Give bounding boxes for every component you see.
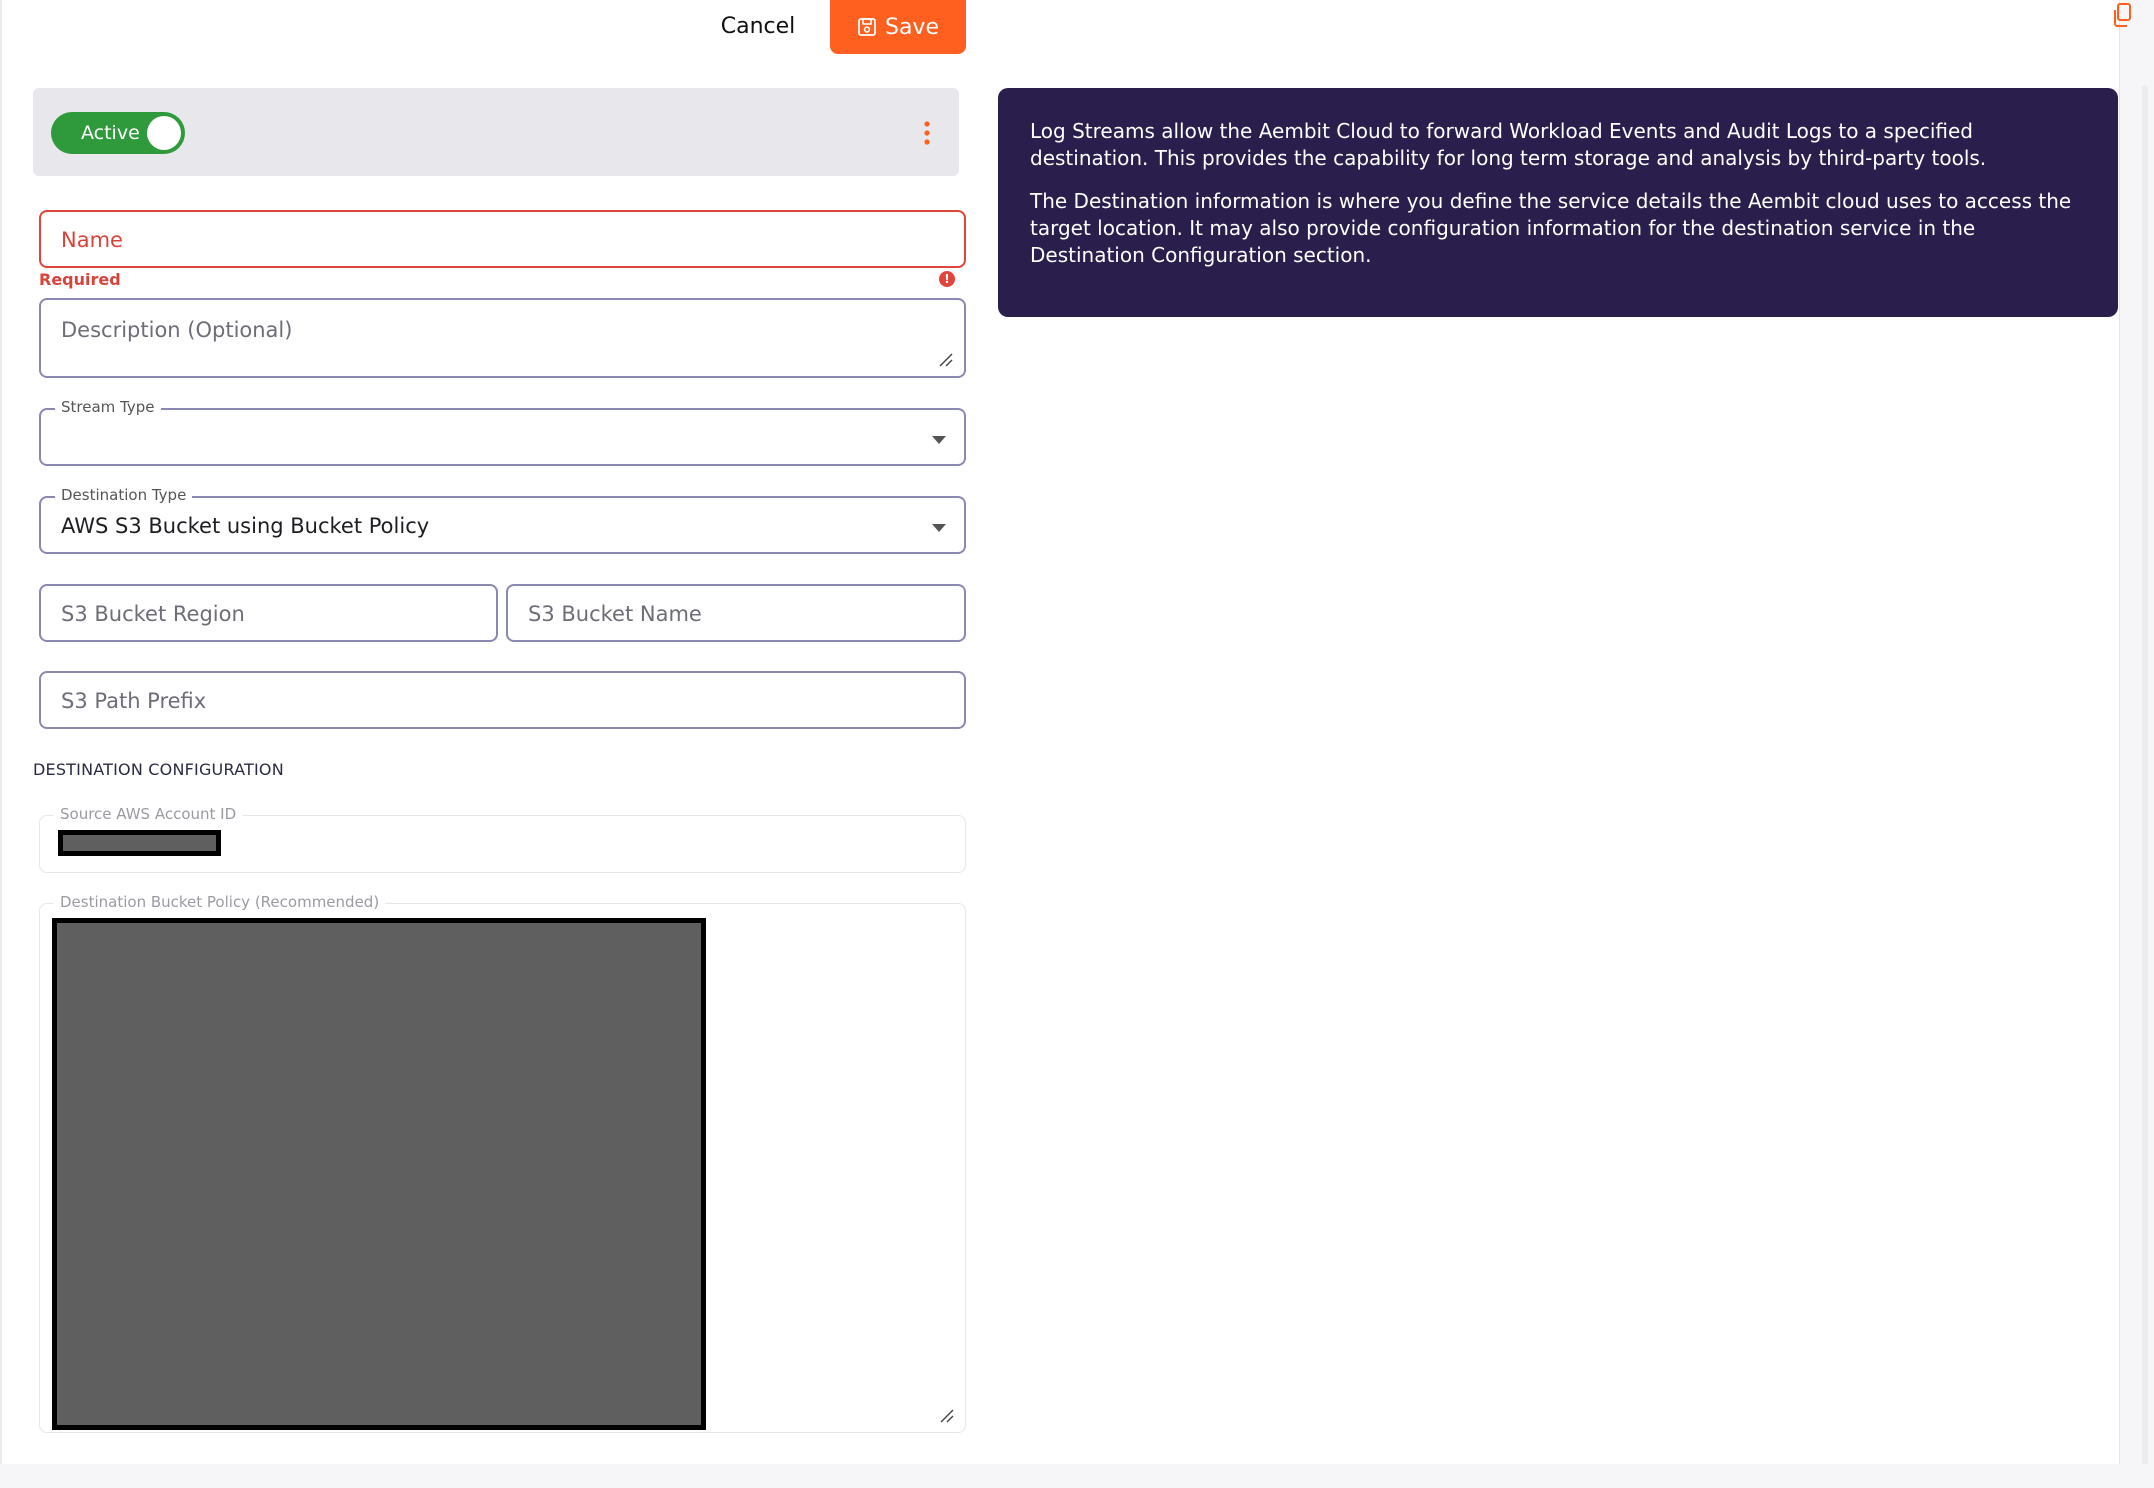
resize-handle-icon[interactable] — [939, 1408, 955, 1424]
s3-bucket-name-placeholder: S3 Bucket Name — [528, 602, 702, 626]
destination-type-value: AWS S3 Bucket using Bucket Policy — [61, 514, 430, 538]
destination-type-select[interactable]: Destination Type AWS S3 Bucket using Buc… — [39, 486, 966, 554]
s3-bucket-region-placeholder: S3 Bucket Region — [61, 602, 245, 626]
toggle-knob — [147, 116, 181, 150]
cancel-button[interactable]: Cancel — [700, 0, 816, 52]
destination-bucket-policy-label: Destination Bucket Policy (Recommended) — [54, 893, 386, 911]
name-placeholder: Name — [61, 228, 123, 252]
stream-type-select[interactable]: Stream Type — [39, 398, 966, 466]
save-button[interactable]: Save — [830, 0, 966, 54]
source-aws-account-id-label: Source AWS Account ID — [54, 805, 243, 823]
s3-bucket-name-input[interactable]: S3 Bucket Name — [506, 584, 966, 642]
redacted-account-id — [58, 830, 221, 856]
s3-path-prefix-placeholder: S3 Path Prefix — [61, 689, 207, 713]
destination-bucket-policy-field[interactable]: Destination Bucket Policy (Recommended) — [39, 893, 966, 1433]
destination-configuration-heading: DESTINATION CONFIGURATION — [33, 760, 284, 779]
active-toggle-label: Active — [81, 122, 140, 144]
source-aws-account-id-field: Source AWS Account ID — [39, 805, 966, 873]
name-input[interactable]: Name — [39, 210, 966, 268]
info-paragraph-2: The Destination information is where you… — [1030, 189, 2072, 267]
status-bar: Active — [33, 88, 959, 176]
chevron-down-icon — [932, 524, 946, 532]
stream-type-label: Stream Type — [55, 398, 161, 416]
required-error-text: Required — [39, 270, 121, 289]
copy-icon[interactable] — [2110, 2, 2136, 28]
scrollbar[interactable] — [2142, 85, 2148, 1475]
s3-bucket-region-input[interactable]: S3 Bucket Region — [39, 584, 498, 642]
active-toggle[interactable]: Active — [51, 112, 185, 154]
error-icon: ! — [939, 271, 955, 287]
bottom-strip — [0, 1464, 2154, 1488]
info-paragraph-1: Log Streams allow the Aembit Cloud to fo… — [1030, 119, 1987, 170]
destination-type-label: Destination Type — [55, 486, 193, 504]
resize-handle-icon[interactable] — [938, 352, 954, 368]
chevron-down-icon — [932, 436, 946, 444]
save-icon — [858, 18, 876, 36]
s3-path-prefix-input[interactable]: S3 Path Prefix — [39, 671, 966, 729]
description-placeholder: Description (Optional) — [61, 318, 293, 342]
save-button-label: Save — [884, 14, 939, 40]
description-textarea[interactable]: Description (Optional) — [39, 298, 966, 378]
page-border — [0, 0, 2, 1488]
info-panel: Log Streams allow the Aembit Cloud to fo… — [998, 88, 2118, 317]
right-sidebar-strip — [2119, 0, 2154, 1488]
redacted-bucket-policy — [52, 918, 706, 1430]
kebab-menu-icon[interactable] — [921, 120, 933, 146]
